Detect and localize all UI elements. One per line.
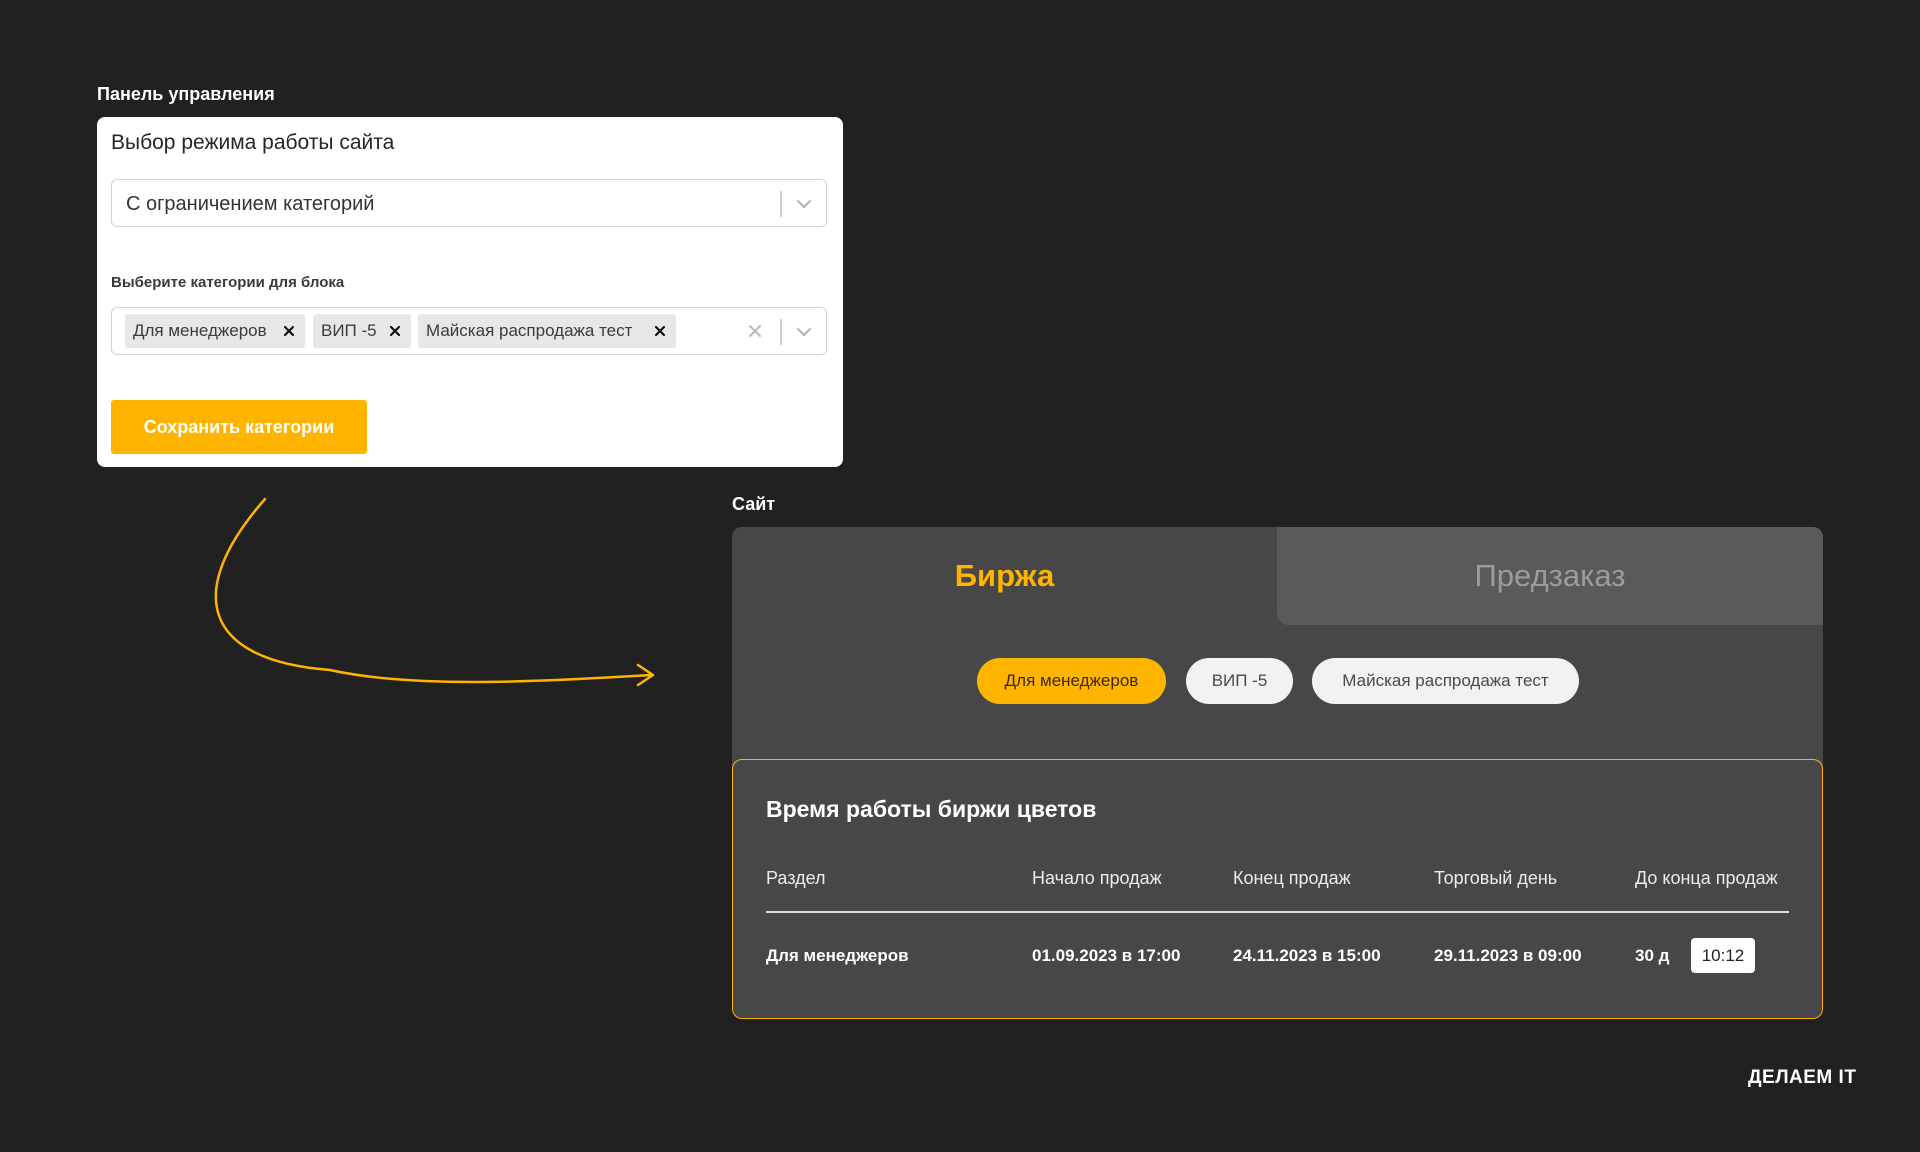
selected-tag: Для менеджеров: [125, 314, 305, 348]
tab-birzha[interactable]: Биржа: [732, 527, 1277, 625]
schedule-title: Время работы биржи цветов: [766, 796, 1097, 822]
schedule-card: Время работы биржи цветов Раздел Начало …: [732, 759, 1823, 1019]
column-header: До конца продаж: [1635, 868, 1778, 888]
table-divider: [766, 911, 1789, 913]
mode-select-value: С ограничением категорий: [126, 193, 375, 215]
select-divider: [780, 191, 782, 217]
tab-predzakaz[interactable]: Предзаказ: [1277, 527, 1823, 625]
category-pill-managers[interactable]: Для менеджеров: [977, 658, 1166, 704]
close-icon[interactable]: [279, 321, 299, 341]
tag-label: ВИП -5: [321, 321, 377, 340]
countdown-timer: 10:12: [1691, 938, 1755, 973]
categories-label: Выберите категории для блока: [111, 274, 345, 291]
clear-all-icon[interactable]: [744, 320, 766, 342]
column-header: Раздел: [766, 868, 826, 888]
category-pill-may-sale[interactable]: Майская распродажа тест: [1312, 658, 1579, 704]
close-icon[interactable]: [650, 321, 670, 341]
site-section-label: Сайт: [732, 494, 776, 514]
admin-panel: Выбор режима работы сайта С ограничением…: [97, 117, 843, 467]
cell-days-left: 30 д: [1635, 946, 1670, 965]
selected-tag: Майская распродажа тест: [418, 314, 676, 348]
column-header: Начало продаж: [1032, 868, 1162, 888]
tag-label: Для менеджеров: [133, 321, 267, 340]
chevron-down-icon[interactable]: [793, 193, 815, 215]
save-categories-button[interactable]: Сохранить категории: [111, 400, 367, 454]
category-pill-vip[interactable]: ВИП -5: [1186, 658, 1293, 704]
column-header: Конец продаж: [1233, 868, 1351, 888]
select-divider: [780, 319, 782, 345]
cell-section: Для менеджеров: [766, 946, 909, 965]
mode-label: Выбор режима работы сайта: [111, 131, 395, 154]
admin-section-label: Панель управления: [97, 84, 275, 104]
selected-tag: ВИП -5: [313, 314, 411, 348]
cell-end: 24.11.2023 в 15:00: [1233, 946, 1381, 965]
brand-logo: ДЕЛАЕМ IT: [1748, 1067, 1857, 1088]
site-widget: Биржа Предзаказ Для менеджеров ВИП -5 Ма…: [732, 527, 1823, 1019]
column-header: Торговый день: [1434, 868, 1558, 888]
cell-start: 01.09.2023 в 17:00: [1032, 946, 1181, 965]
categories-multiselect[interactable]: Для менеджеров ВИП -5 Майская распродажа…: [111, 307, 827, 355]
mode-select[interactable]: С ограничением категорий: [111, 179, 827, 227]
chevron-down-icon[interactable]: [793, 321, 815, 343]
close-icon[interactable]: [385, 321, 405, 341]
cell-trade-day: 29.11.2023 в 09:00: [1434, 946, 1582, 965]
tag-label: Майская распродажа тест: [426, 321, 633, 340]
